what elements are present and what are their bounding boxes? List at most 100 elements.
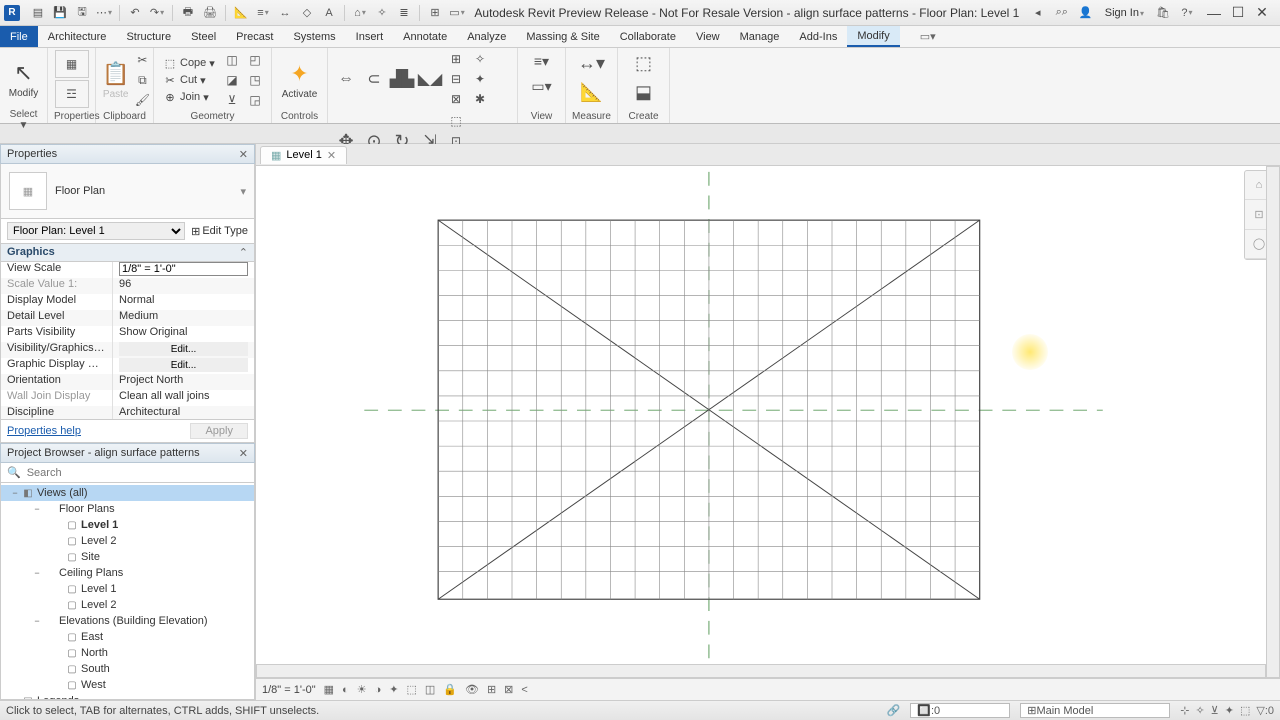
tree-item[interactable]: ▢Level 1 [1,517,254,533]
ribbon-tab-insert[interactable]: Insert [346,26,394,47]
ribbon-tab-file[interactable]: File [0,26,38,47]
prop-row[interactable]: Detail LevelMedium [1,310,254,326]
ribbon-tab-massing-site[interactable]: Massing & Site [516,26,609,47]
properties-header[interactable]: Properties ✕ [0,144,255,164]
tree-item[interactable]: −◧Views (all) [1,485,254,501]
prop-row[interactable]: OrientationProject North [1,374,254,390]
redo-icon[interactable]: ↷ [147,3,167,23]
drawing-canvas[interactable] [256,166,1280,678]
measure-b-icon[interactable]: 📐 [573,79,611,105]
prop-row[interactable]: Parts VisibilityShow Original [1,326,254,342]
undo-icon[interactable]: ↶ [125,3,145,23]
tree-item[interactable]: −Ceiling Plans [1,565,254,581]
prop-edit-button[interactable]: Edit... [119,342,248,356]
measure-icon[interactable]: 📐 [231,3,251,23]
prop-row[interactable]: Scale Value 1:96 [1,278,254,294]
s2-icon[interactable]: ✧ [1195,704,1204,717]
apply-button[interactable]: Apply [190,423,248,439]
minimize-button[interactable]: — [1202,3,1226,23]
maximize-button[interactable]: ☐ [1226,3,1250,23]
cope-button[interactable]: ⬚Cope ▾ [160,56,219,71]
status-icon-a[interactable]: 🔗 [887,704,901,717]
view-b-icon[interactable]: ▭▾ [525,75,559,97]
filter-icon[interactable]: ▽:0 [1256,704,1274,717]
geom-b-icon[interactable]: ◪ [222,71,242,89]
save-icon[interactable]: 💾 [50,3,70,23]
mirror-axis-icon[interactable]: ▟▙ [390,67,414,91]
s1-icon[interactable]: ⊹ [1180,704,1189,717]
mirror-draw-icon[interactable]: ◣◢ [418,67,442,91]
vcb-crop-icon[interactable]: ⬚ [406,683,416,696]
vcb-crop2-icon[interactable]: ◫ [425,683,435,696]
geom-d-icon[interactable]: ◰ [245,51,265,69]
mod01-icon[interactable]: ⊞ [446,50,466,68]
type-selector[interactable]: ▦ Floor Plan ▾ [0,164,255,219]
s3-icon[interactable]: ⊻ [1211,704,1219,717]
view-tab-close-icon[interactable]: ✕ [327,149,336,162]
ribbon-tab-precast[interactable]: Precast [226,26,283,47]
match-type-icon[interactable]: 🖌 [132,91,152,109]
text-icon[interactable]: A [319,3,339,23]
prop-row[interactable]: View Scale [1,262,254,278]
print2-icon[interactable]: 🖨 [200,3,220,23]
dim-icon[interactable]: ↔ [275,3,295,23]
workset-combo[interactable]: ⊞ Main Model [1020,703,1170,718]
ribbon-tab-manage[interactable]: Manage [730,26,790,47]
vcb-analytical-icon[interactable]: ⊠ [504,683,513,696]
tree-item[interactable]: ▢North [1,645,254,661]
properties-help-link[interactable]: Properties help [7,425,81,437]
geom-f-icon[interactable]: ◲ [245,91,265,109]
v-scrollbar[interactable] [1266,166,1280,678]
view-tab[interactable]: ▦ Level 1 ✕ [260,146,347,164]
mod06-icon[interactable]: ✱ [470,90,490,108]
s4-icon[interactable]: ✦ [1225,704,1234,717]
vcb-more-icon[interactable]: < [521,684,527,696]
join-button[interactable]: ⊕Join ▾ [160,90,219,105]
tree-item[interactable]: ▢Level 2 [1,533,254,549]
type-caret-icon[interactable]: ▾ [240,185,246,198]
ribbon-tab-structure[interactable]: Structure [116,26,181,47]
mod05-icon[interactable]: ✦ [470,70,490,88]
properties-close-icon[interactable]: ✕ [239,148,248,161]
tree-item[interactable]: ▢South [1,661,254,677]
ribbon-tab-annotate[interactable]: Annotate [393,26,457,47]
exchange-icon[interactable]: 🛍 [1154,4,1172,22]
prop-edit-button[interactable]: Edit... [119,358,248,372]
vcb-style-icon[interactable]: ◐ [342,684,349,696]
vcb-reveal-icon[interactable]: ⊞ [487,683,496,696]
tree-item[interactable]: ▤Legends [1,693,254,700]
close-button[interactable]: ✕ [1250,3,1274,23]
mod07-icon[interactable]: ⬚ [446,112,466,130]
mod03-icon[interactable]: ⊠ [446,90,466,108]
ribbon-tab-collaborate[interactable]: Collaborate [610,26,686,47]
tree-item[interactable]: −Elevations (Building Elevation) [1,613,254,629]
prop-input[interactable] [119,262,248,276]
align-icon[interactable]: ≡ [253,3,273,23]
properties-button[interactable]: ☲ [55,80,89,108]
ribbon-tab-architecture[interactable]: Architecture [38,26,117,47]
tree-item[interactable]: ▢Level 1 [1,581,254,597]
ribbon-tab-analyze[interactable]: Analyze [457,26,516,47]
ribbon-tab-view[interactable]: View [686,26,730,47]
tag-icon[interactable]: ◇ [297,3,317,23]
prop-row[interactable]: Visibility/Graphics Over...Edit... [1,342,254,358]
geom-a-icon[interactable]: ◫ [222,51,242,69]
ribbon-tab-modify[interactable]: Modify [847,26,899,47]
modify-select-button[interactable]: ↖Modify [6,50,41,108]
vcb-scale[interactable]: 1/8" = 1'-0" [262,684,316,696]
project-browser-close-icon[interactable]: ✕ [239,447,248,460]
ribbon-tab-add-ins[interactable]: Add-Ins [789,26,847,47]
prop-group[interactable]: Graphics⌃ [0,244,255,262]
vcb-shadow-icon[interactable]: ◑ [375,684,382,696]
tree-item[interactable]: ▢East [1,629,254,645]
tree-item[interactable]: ▢West [1,677,254,693]
instance-selector[interactable]: Floor Plan: Level 1 [7,222,185,240]
prop-row[interactable]: Graphic Display OptionsEdit... [1,358,254,374]
vcb-temp-icon[interactable]: 👁 [465,683,479,696]
qat-dropdown[interactable]: ⋯ [94,3,114,23]
vcb-lock-icon[interactable]: 🔒 [443,683,457,696]
print-icon[interactable]: 🖶 [178,3,198,23]
3d-icon[interactable]: ⌂ [350,3,370,23]
edit-type-button[interactable]: ⊞Edit Type [191,225,248,238]
tree-item[interactable]: ▢Site [1,549,254,565]
